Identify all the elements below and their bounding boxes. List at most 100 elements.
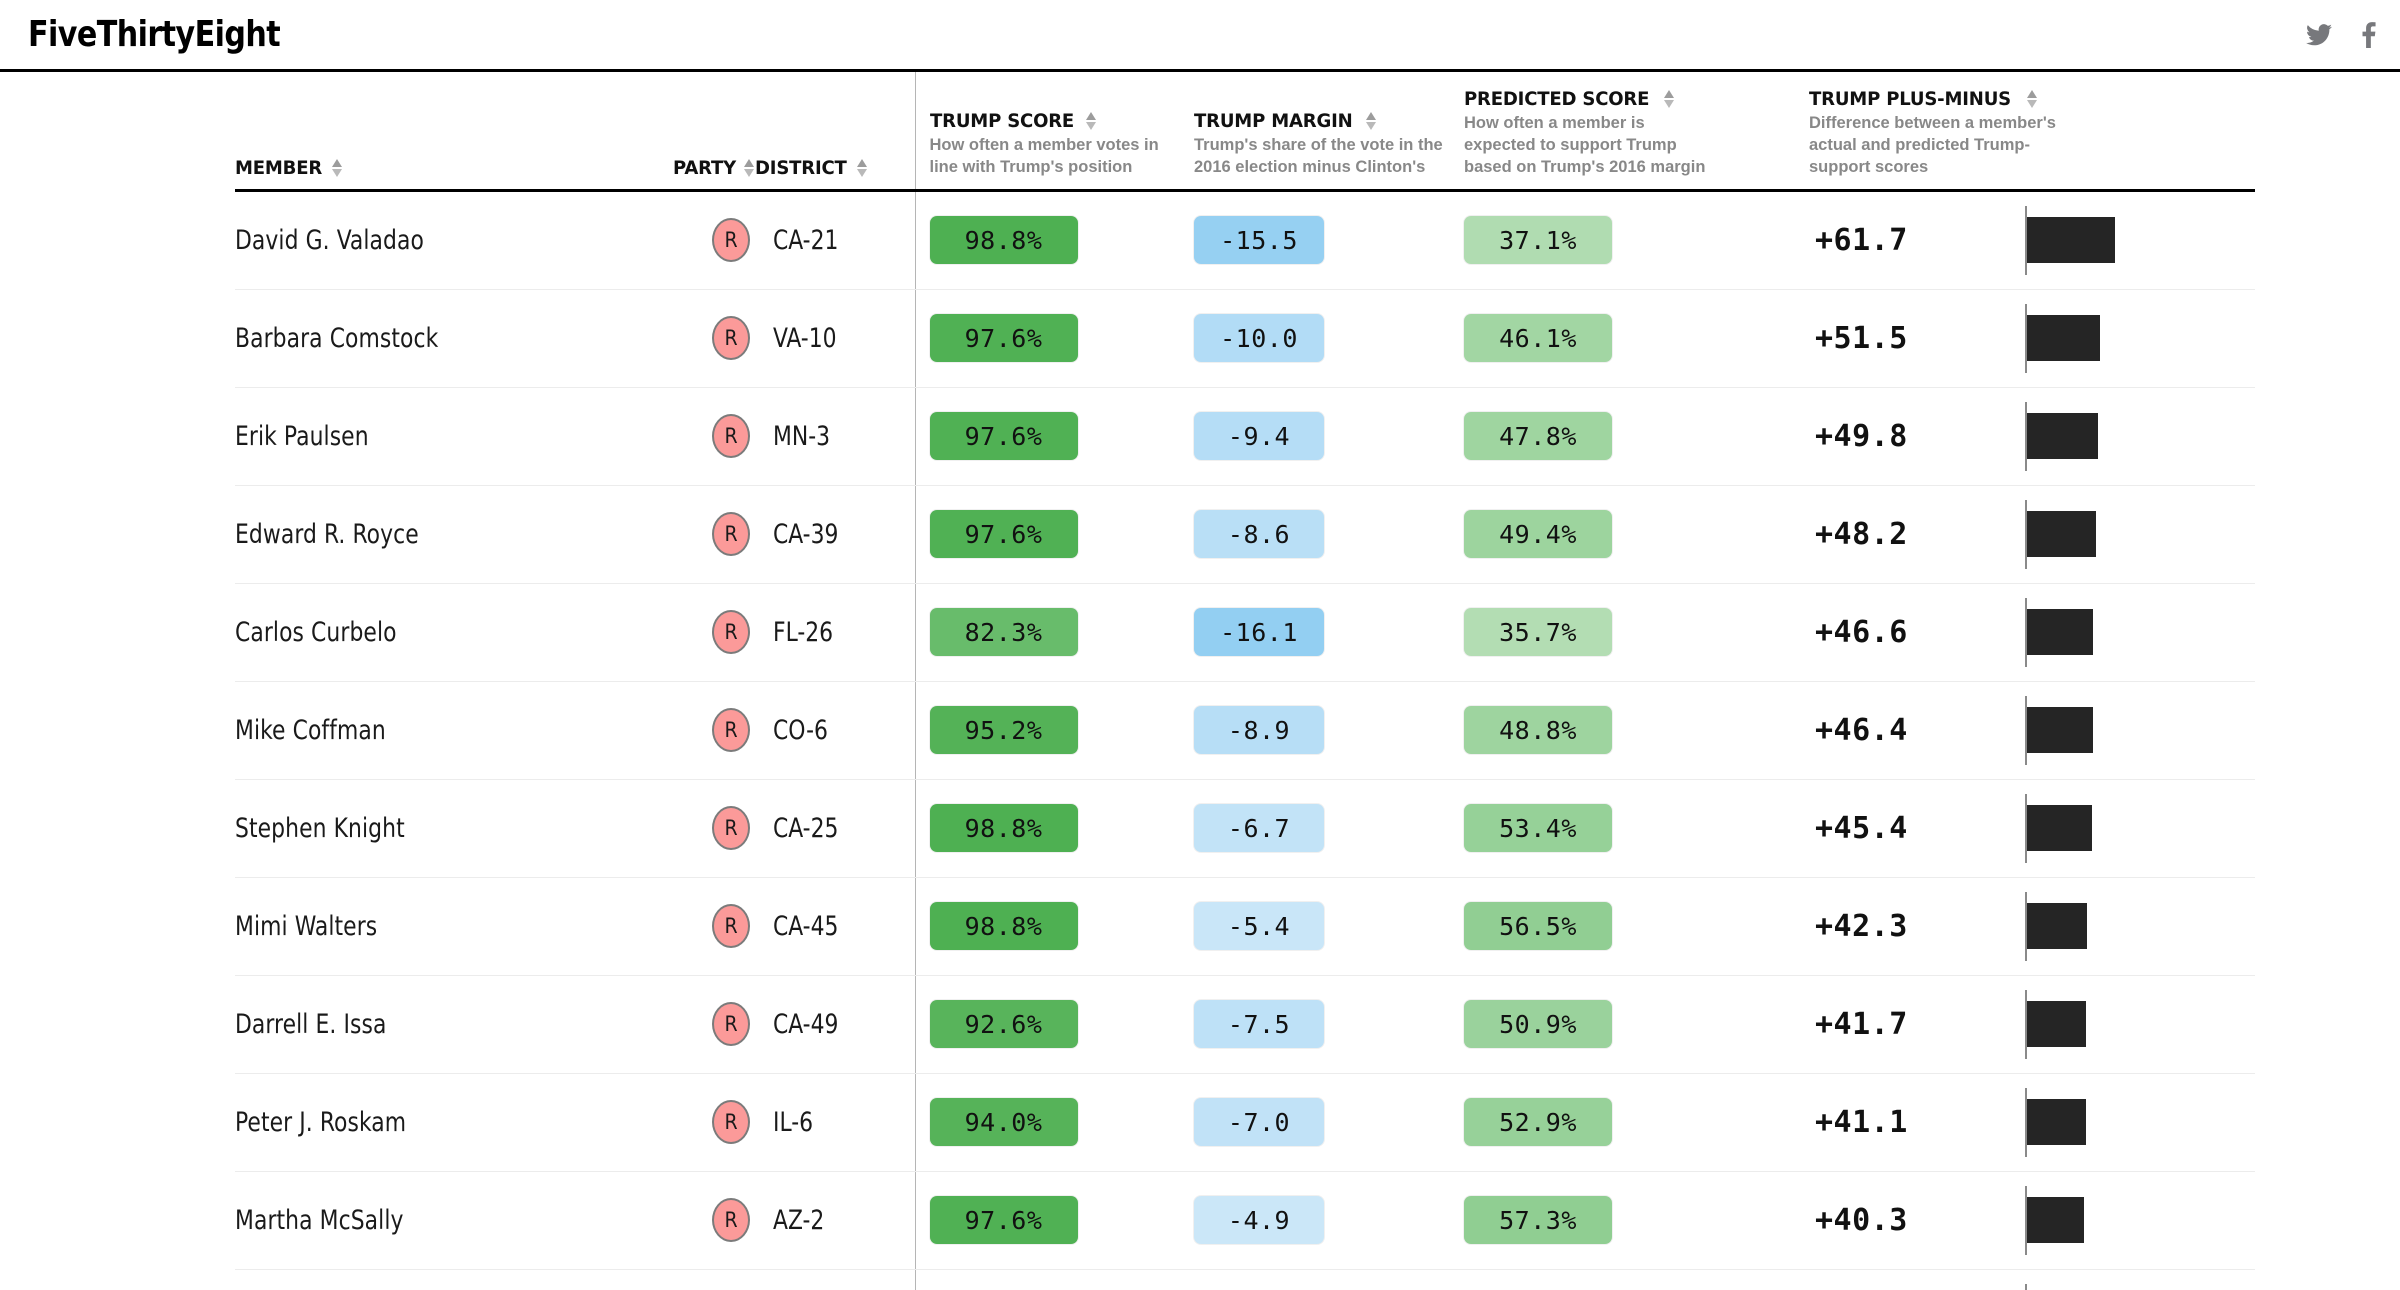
column-title-trump-score: TRUMP SCORE (929, 109, 1074, 132)
column-header-predicted-score[interactable]: PREDICTED SCORE How often a member is ex… (1450, 72, 1795, 192)
column-title-trump-plus-minus: TRUMP PLUS-MINUS (1809, 87, 2011, 110)
cell-district: CA-21 (755, 190, 915, 290)
sort-icon[interactable] (331, 158, 343, 178)
predicted-score-chip: 53.4% (1464, 804, 1612, 852)
trump-margin-chip: -6.7 (1194, 804, 1324, 852)
table-row[interactable]: Martha McSally R AZ-2 97.6% -4.9 57.3% +… (235, 1171, 2255, 1270)
plus-minus-bar (2027, 706, 2094, 753)
cell-trump-score: 97.6% (914, 485, 1180, 584)
cell-trump-plus-minus: +49.8 (1795, 387, 2025, 486)
sort-icon[interactable] (2026, 89, 2038, 109)
cell-plus-minus-bar (2025, 681, 2255, 780)
cell-trump-margin: -10.0 (1180, 289, 1450, 388)
cell-trump-score: 68.8% (914, 1269, 1180, 1290)
district-label: CA-21 (773, 224, 839, 256)
party-badge: R (712, 1002, 750, 1046)
member-name: David G. Valadao (235, 224, 424, 256)
trump-score-chip: 98.8% (929, 902, 1078, 950)
member-name: Barbara Comstock (235, 322, 439, 354)
column-header-trump-plus-minus[interactable]: TRUMP PLUS-MINUS Difference between a me… (1795, 72, 2255, 192)
predicted-score-chip: 57.3% (1464, 1196, 1612, 1244)
trump-score-chip: 97.6% (929, 314, 1078, 362)
trump-plus-minus-value: +49.8 (1815, 418, 1908, 454)
trump-plus-minus-value: +48.2 (1815, 516, 1908, 552)
table-row[interactable]: Peter J. Roskam R IL-6 94.0% -7.0 52.9% … (235, 1073, 2255, 1172)
cell-member: David G. Valadao (235, 190, 635, 290)
trump-score-chip: 98.8% (929, 216, 1078, 264)
column-desc-predicted-score: How often a member is expected to suppor… (1464, 113, 1706, 176)
trump-margin-chip: -8.9 (1194, 706, 1324, 754)
column-title-party: PARTY (672, 156, 736, 179)
predicted-score-chip: 46.1% (1464, 314, 1612, 362)
sort-icon[interactable] (1086, 111, 1097, 131)
cell-predicted-score: 56.5% (1450, 877, 1795, 976)
cell-predicted-score: 57.3% (1450, 1171, 1795, 1270)
bar-track (2025, 290, 2255, 387)
cell-trump-score: 98.8% (914, 190, 1180, 290)
table-row[interactable]: David G. Valadao R CA-21 98.8% -15.5 37.… (235, 190, 2255, 290)
trump-score-chip: 92.6% (929, 1000, 1078, 1048)
column-header-member[interactable]: MEMBER (235, 72, 635, 192)
sort-icon[interactable] (1664, 89, 1675, 109)
bar-track (2025, 1074, 2255, 1171)
facebook-icon[interactable] (2362, 21, 2376, 48)
header-row: MEMBER PARTY DISTRICT TRUMP SCORE How of… (235, 72, 2255, 192)
cell-district: FL-27 (755, 1269, 915, 1290)
cell-trump-plus-minus: +38.5 (1795, 1269, 2025, 1290)
sort-icon[interactable] (1365, 111, 1377, 131)
cell-trump-score: 82.3% (914, 583, 1180, 682)
bar-track (2025, 780, 2255, 877)
plus-minus-bar (2027, 1000, 2087, 1047)
cell-plus-minus-bar (2025, 779, 2255, 878)
trump-score-chip: 97.6% (929, 510, 1078, 558)
cell-party: R (635, 289, 755, 388)
cell-party: R (635, 190, 755, 290)
cell-trump-plus-minus: +46.4 (1795, 681, 2025, 780)
cell-trump-margin: -8.9 (1180, 681, 1450, 780)
cell-predicted-score: 46.1% (1450, 289, 1795, 388)
party-badge: R (712, 904, 750, 948)
column-header-trump-score[interactable]: TRUMP SCORE How often a member votes in … (914, 72, 1180, 192)
table-row[interactable]: Carlos Curbelo R FL-26 82.3% -16.1 35.7%… (235, 583, 2255, 682)
site-header: FiveThirtyEight (0, 0, 2400, 72)
twitter-icon[interactable] (2306, 23, 2332, 46)
cell-trump-margin: -9.4 (1180, 387, 1450, 486)
member-name: Darrell E. Issa (235, 1008, 387, 1040)
table-row[interactable]: Ileana Ros-Lehtinen R FL-27 68.8% -19.7 … (235, 1269, 2255, 1290)
site-logo[interactable]: FiveThirtyEight (28, 14, 281, 55)
table-row[interactable]: Stephen Knight R CA-25 98.8% -6.7 53.4% … (235, 779, 2255, 878)
cell-trump-plus-minus: +48.2 (1795, 485, 2025, 584)
column-header-district[interactable]: DISTRICT (755, 72, 915, 192)
trump-margin-chip: -8.6 (1194, 510, 1324, 558)
table-body: David G. Valadao R CA-21 98.8% -15.5 37.… (235, 190, 2255, 1290)
table-row[interactable]: Mike Coffman R CO-6 95.2% -8.9 48.8% +46… (235, 681, 2255, 780)
cell-trump-plus-minus: +51.5 (1795, 289, 2025, 388)
sort-icon[interactable] (856, 158, 868, 178)
table-row[interactable]: Barbara Comstock R VA-10 97.6% -10.0 46.… (235, 289, 2255, 388)
table-row[interactable]: Mimi Walters R CA-45 98.8% -5.4 56.5% +4… (235, 877, 2255, 976)
sort-icon[interactable] (744, 158, 755, 178)
trump-margin-chip: -7.5 (1194, 1000, 1324, 1048)
bar-track (2025, 976, 2255, 1073)
cell-party: R (635, 877, 755, 976)
column-desc-trump-score: How often a member votes in line with Tr… (929, 135, 1159, 176)
trump-margin-chip: -10.0 (1194, 314, 1324, 362)
cell-trump-score: 98.8% (914, 877, 1180, 976)
cell-party: R (635, 485, 755, 584)
table-row[interactable]: Edward R. Royce R CA-39 97.6% -8.6 49.4%… (235, 485, 2255, 584)
table-container: MEMBER PARTY DISTRICT TRUMP SCORE How of… (0, 72, 2400, 1290)
cell-district: CA-45 (755, 877, 915, 976)
bar-track (2025, 1172, 2255, 1269)
party-badge: R (712, 414, 750, 458)
column-title-trump-margin: TRUMP MARGIN (1194, 109, 1353, 132)
plus-minus-bar (2027, 1098, 2086, 1145)
column-header-trump-margin[interactable]: TRUMP MARGIN Trump's share of the vote i… (1180, 72, 1450, 192)
table-row[interactable]: Erik Paulsen R MN-3 97.6% -9.4 47.8% +49… (235, 387, 2255, 486)
bar-track (2025, 682, 2255, 779)
cell-party: R (635, 387, 755, 486)
column-header-party[interactable]: PARTY (635, 72, 755, 192)
table-head: MEMBER PARTY DISTRICT TRUMP SCORE How of… (235, 72, 2255, 192)
party-badge: R (712, 610, 750, 654)
table-row[interactable]: Darrell E. Issa R CA-49 92.6% -7.5 50.9%… (235, 975, 2255, 1074)
plus-minus-bar (2027, 412, 2099, 459)
